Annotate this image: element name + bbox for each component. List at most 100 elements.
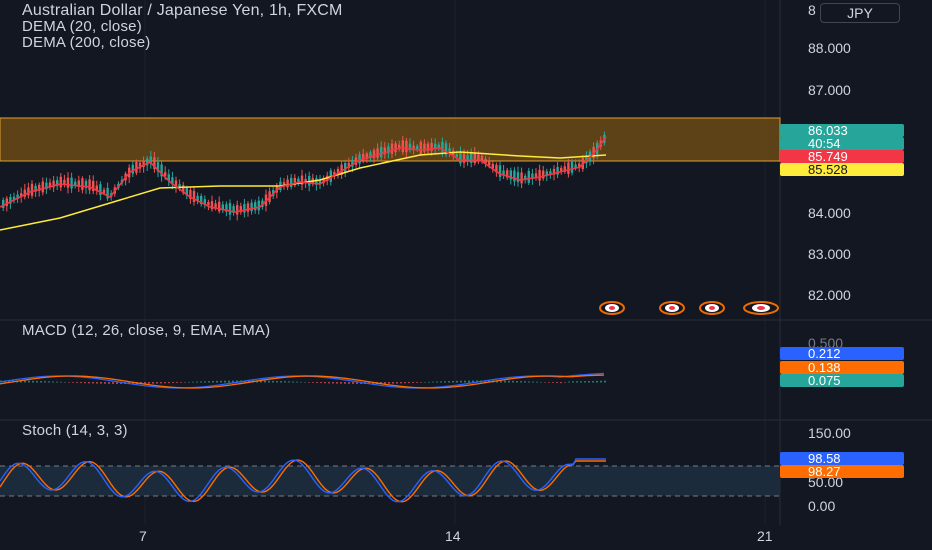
candle[interactable] xyxy=(74,181,77,186)
candle[interactable] xyxy=(430,142,433,151)
candle[interactable] xyxy=(405,140,408,153)
macd-histogram-bar xyxy=(108,382,110,384)
candle[interactable] xyxy=(394,143,397,153)
candle[interactable] xyxy=(419,141,422,154)
candle[interactable] xyxy=(290,178,293,187)
macd-histogram-bar xyxy=(408,382,410,384)
price-tick: 83.000 xyxy=(808,246,851,262)
macd-histogram-bar xyxy=(228,380,230,383)
candle[interactable] xyxy=(243,204,246,213)
candle[interactable] xyxy=(542,170,545,179)
economic-event-icon[interactable] xyxy=(698,301,726,315)
candle[interactable] xyxy=(376,148,379,158)
candle[interactable] xyxy=(257,200,260,211)
macd-histogram-bar xyxy=(80,382,82,384)
candle[interactable] xyxy=(459,151,462,164)
candle[interactable] xyxy=(473,152,476,164)
candle[interactable] xyxy=(358,154,361,164)
candle[interactable] xyxy=(250,202,253,212)
macd-histogram-bar xyxy=(100,382,102,384)
candle[interactable] xyxy=(135,161,138,173)
candle[interactable] xyxy=(81,178,84,190)
economic-event-icon[interactable] xyxy=(741,301,781,315)
candle[interactable] xyxy=(254,202,257,211)
macd-histogram-bar xyxy=(308,382,310,383)
economic-event-icon[interactable] xyxy=(658,301,686,315)
macd-histogram-bar xyxy=(280,381,282,383)
macd-histogram-bar xyxy=(68,382,70,383)
macd-histogram-bar xyxy=(300,381,302,383)
candle[interactable] xyxy=(207,201,210,206)
price-tick: 82.000 xyxy=(808,287,851,303)
macd-histogram-bar xyxy=(424,381,426,383)
candle[interactable] xyxy=(102,189,106,194)
macd-histogram-bar xyxy=(216,380,218,383)
macd-histogram-bar xyxy=(204,381,206,383)
dema200-badge: 85.528 xyxy=(780,163,904,176)
macd-title[interactable]: MACD (12, 26, close, 9, EMA, EMA) xyxy=(22,322,270,339)
candle[interactable] xyxy=(412,145,415,149)
macd-histogram-bar xyxy=(264,380,266,383)
candle[interactable] xyxy=(2,199,5,209)
candle[interactable] xyxy=(498,165,502,177)
macd-histogram-bar xyxy=(348,382,350,384)
macd-histogram-bar xyxy=(92,382,94,384)
macd-histogram-bar xyxy=(416,382,418,383)
signal-badge: 0.138 xyxy=(780,361,904,374)
candle[interactable] xyxy=(423,143,426,152)
candle[interactable] xyxy=(236,205,239,215)
candle[interactable] xyxy=(538,169,541,181)
candle[interactable] xyxy=(380,146,383,158)
candle[interactable] xyxy=(570,161,574,173)
macd-histogram-bar xyxy=(284,381,286,383)
currency-button[interactable]: JPY xyxy=(820,3,900,23)
macd-histogram-bar xyxy=(56,381,58,383)
candle[interactable] xyxy=(30,183,34,196)
macd-histogram-bar xyxy=(296,381,298,383)
macd-histogram-bar xyxy=(444,381,446,383)
macd-histogram-bar xyxy=(164,382,166,384)
candle[interactable] xyxy=(372,150,376,159)
candle[interactable] xyxy=(131,164,134,174)
macd-histogram-bar xyxy=(328,382,330,384)
candle[interactable] xyxy=(513,170,516,182)
candle[interactable] xyxy=(27,187,30,196)
price-tick: 8 xyxy=(808,2,816,18)
macd-histogram-bar xyxy=(44,381,46,383)
macd-histogram-bar xyxy=(520,381,522,383)
macd-histogram-bar xyxy=(156,382,158,384)
macd-histogram-bar xyxy=(460,380,462,383)
economic-event-icon[interactable] xyxy=(598,301,626,315)
macd-histogram-bar xyxy=(512,380,514,383)
macd-histogram-bar xyxy=(452,380,454,383)
candle[interactable] xyxy=(70,177,73,189)
candle[interactable] xyxy=(218,201,221,212)
stoch-title[interactable]: Stoch (14, 3, 3) xyxy=(22,422,128,439)
indicator-dema20-label[interactable]: DEMA (20, close) xyxy=(22,18,142,35)
candle[interactable] xyxy=(520,172,523,184)
indicator-dema200-label[interactable]: DEMA (200, close) xyxy=(22,34,150,51)
candle[interactable] xyxy=(41,181,44,193)
resistance-zone[interactable] xyxy=(0,117,781,162)
candle[interactable] xyxy=(246,203,250,212)
candle[interactable] xyxy=(567,162,570,174)
candle[interactable] xyxy=(455,153,458,157)
macd-histogram-bar xyxy=(112,382,114,384)
macd-histogram-bar xyxy=(552,382,554,383)
candle[interactable] xyxy=(390,143,394,154)
candle[interactable] xyxy=(88,179,91,191)
candle[interactable] xyxy=(59,176,62,188)
macd-histogram-bar xyxy=(524,381,526,383)
candle[interactable] xyxy=(462,153,466,163)
candle[interactable] xyxy=(527,170,530,183)
candle[interactable] xyxy=(416,146,419,150)
macd-histogram-bar xyxy=(464,380,466,383)
candle[interactable] xyxy=(401,140,404,153)
candle[interactable] xyxy=(66,177,70,188)
macd-histogram-bar xyxy=(200,381,202,383)
price-tick: 88.000 xyxy=(808,40,851,56)
candle[interactable] xyxy=(228,202,232,215)
dema200-line[interactable] xyxy=(0,151,607,231)
macd-histogram-bar xyxy=(592,380,594,383)
candle[interactable] xyxy=(470,153,473,163)
